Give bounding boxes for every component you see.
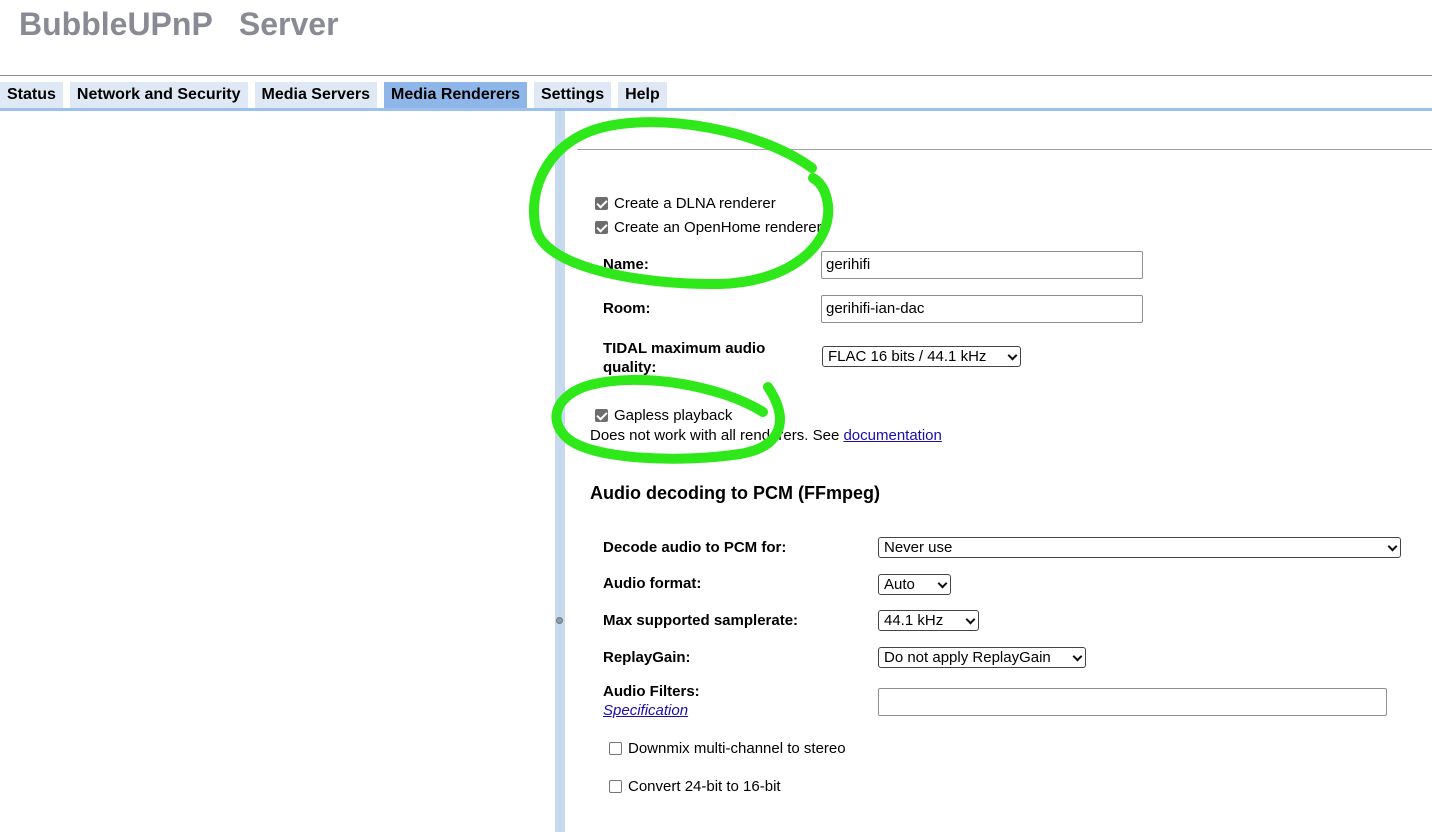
replaygain-select[interactable]: Do not apply ReplayGain xyxy=(878,647,1086,668)
tab-media-servers[interactable]: Media Servers xyxy=(254,82,378,108)
chevron-down-icon xyxy=(1072,651,1083,662)
tabs-divider xyxy=(0,108,1432,111)
downmix-label: Downmix multi-channel to stereo xyxy=(628,740,846,757)
downmix-checkbox[interactable] xyxy=(609,742,622,755)
ffmpeg-section-title: Audio decoding to PCM (FFmpeg) xyxy=(590,483,880,503)
splitter-grip-icon[interactable] xyxy=(556,617,563,624)
audio-format-label: Audio format: xyxy=(603,575,702,592)
convert-24-16-checkbox[interactable] xyxy=(609,780,622,793)
chevron-down-icon xyxy=(965,614,976,625)
openhome-renderer-option[interactable]: Create an OpenHome renderer xyxy=(595,219,822,236)
openhome-renderer-checkbox[interactable] xyxy=(595,221,608,234)
gapless-option[interactable]: Gapless playback xyxy=(595,407,732,424)
specification-link[interactable]: Specification xyxy=(603,702,688,719)
audio-format-select[interactable]: Auto xyxy=(878,574,951,595)
chevron-down-icon xyxy=(1007,350,1018,361)
gapless-note: Does not work with all renderers. See do… xyxy=(590,427,942,444)
dlna-renderer-label: Create a DLNA renderer xyxy=(614,195,776,212)
openhome-renderer-label: Create an OpenHome renderer xyxy=(614,219,822,236)
tidal-quality-label-line2: quality: xyxy=(603,359,657,376)
tab-network-and-security[interactable]: Network and Security xyxy=(69,82,248,108)
room-field[interactable]: gerihifi-ian-dac xyxy=(821,295,1143,323)
decode-value: Never use xyxy=(884,539,953,556)
samplerate-select[interactable]: 44.1 kHz xyxy=(878,610,979,631)
dlna-renderer-checkbox[interactable] xyxy=(595,197,608,210)
panel-splitter[interactable] xyxy=(555,111,565,832)
tidal-quality-value: FLAC 16 bits / 44.1 kHz xyxy=(828,348,987,365)
decode-label: Decode audio to PCM for: xyxy=(603,539,787,556)
name-field[interactable]: gerihifi xyxy=(821,251,1143,279)
tab-media-renderers[interactable]: Media Renderers xyxy=(384,82,527,108)
samplerate-value: 44.1 kHz xyxy=(884,612,944,629)
title-divider xyxy=(0,75,1432,76)
replaygain-label: ReplayGain: xyxy=(603,649,691,666)
audio-filters-label: Audio Filters: xyxy=(603,683,700,700)
gapless-note-text: Does not work with all renderers. See xyxy=(590,427,840,444)
name-label: Name: xyxy=(603,256,649,273)
room-label: Room: xyxy=(603,300,651,317)
app-title: BubbleUPnP Server xyxy=(19,6,339,42)
gapless-checkbox[interactable] xyxy=(595,409,608,422)
tab-settings[interactable]: Settings xyxy=(533,82,612,108)
content-divider xyxy=(577,149,1432,150)
tab-bar: Status Network and Security Media Server… xyxy=(0,82,674,108)
tab-status[interactable]: Status xyxy=(0,82,63,108)
downmix-option[interactable]: Downmix multi-channel to stereo xyxy=(609,740,846,757)
tidal-quality-label-line1: TIDAL maximum audio xyxy=(603,340,766,357)
dlna-renderer-option[interactable]: Create a DLNA renderer xyxy=(595,195,776,212)
chevron-down-icon xyxy=(1387,541,1398,552)
documentation-link[interactable]: documentation xyxy=(843,427,941,444)
replaygain-value: Do not apply ReplayGain xyxy=(884,649,1051,666)
decode-select[interactable]: Never use xyxy=(878,537,1401,558)
audio-format-value: Auto xyxy=(884,576,915,593)
samplerate-label: Max supported samplerate: xyxy=(603,612,799,629)
tab-help[interactable]: Help xyxy=(618,82,667,108)
audio-filters-field[interactable] xyxy=(878,688,1387,716)
tidal-quality-label: TIDAL maximum audio quality: xyxy=(603,339,765,377)
convert-24-16-option[interactable]: Convert 24-bit to 16-bit xyxy=(609,778,781,795)
tidal-quality-select[interactable]: FLAC 16 bits / 44.1 kHz xyxy=(822,346,1021,367)
chevron-down-icon xyxy=(937,578,948,589)
gapless-label: Gapless playback xyxy=(614,407,733,424)
convert-24-16-label: Convert 24-bit to 16-bit xyxy=(628,778,781,795)
